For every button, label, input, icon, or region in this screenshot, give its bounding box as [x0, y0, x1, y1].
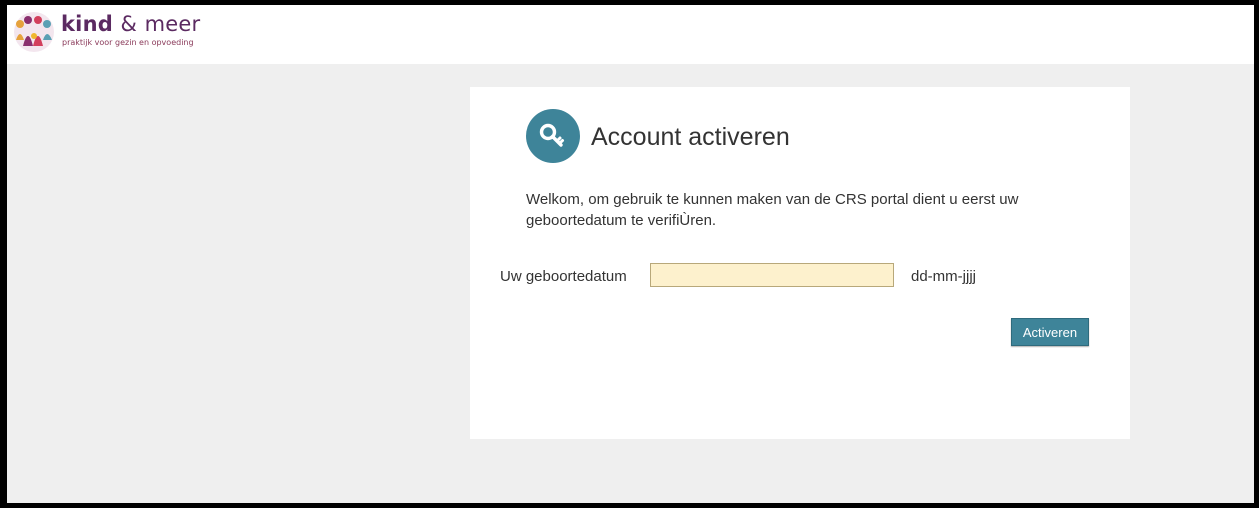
family-logo-icon [14, 12, 54, 52]
key-icon [539, 123, 564, 147]
intro-text: Welkom, om gebruik te kunnen maken van d… [526, 191, 1019, 229]
brand-tagline: praktijk voor gezin en opvoeding [62, 38, 194, 47]
page-title: Account activeren [591, 123, 790, 151]
activate-button[interactable]: Activeren [1011, 318, 1089, 346]
header: kind & meer praktijk voor gezin en opvoe… [7, 5, 1254, 64]
dob-format-hint: dd-mm-jjjj [911, 268, 976, 285]
app-frame: kind & meer praktijk voor gezin en opvoe… [7, 5, 1254, 503]
activation-card: Account activeren Welkom, om gebruik te … [470, 87, 1130, 439]
dob-label: Uw geboortedatum [500, 268, 627, 285]
brand-name: kind & meer [61, 12, 201, 36]
dob-input[interactable] [650, 263, 894, 287]
key-icon-badge [526, 109, 580, 163]
logo[interactable]: kind & meer praktijk voor gezin en opvoe… [12, 10, 212, 52]
